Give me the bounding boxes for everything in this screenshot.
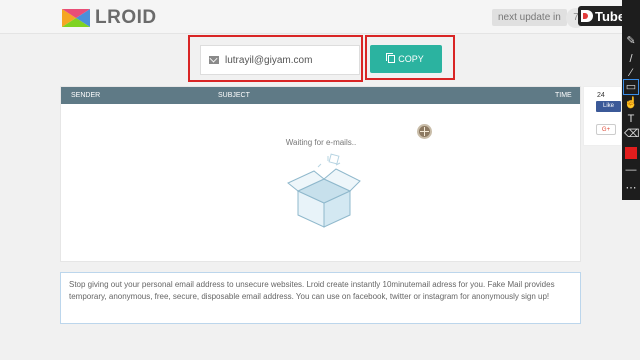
facebook-like-button[interactable]: Like: [596, 101, 621, 112]
column-sender: SENDER: [71, 92, 101, 99]
rectangle-icon[interactable]: ▭: [623, 79, 639, 95]
email-highlight-annotation: [188, 35, 363, 82]
info-box: Stop giving out your personal email addr…: [60, 272, 581, 324]
logo-mark-icon: [62, 9, 90, 27]
stroke-width-icon[interactable]: —: [624, 163, 638, 177]
text-icon[interactable]: T: [624, 112, 638, 126]
facebook-like-count: 24: [597, 92, 605, 99]
next-update-label: next update in: [492, 9, 567, 26]
more-icon[interactable]: ⋯: [624, 181, 638, 195]
cursor-icon[interactable]: ☝: [624, 96, 638, 110]
color-swatch-icon[interactable]: [625, 147, 637, 159]
eraser-icon[interactable]: ⌫: [624, 127, 640, 141]
inbox-header: SENDER SUBJECT TIME: [61, 87, 580, 104]
column-subject: SUBJECT: [218, 92, 250, 99]
logo[interactable]: LROID: [62, 7, 157, 29]
dtube-label: Tube: [595, 8, 626, 24]
waiting-message: Waiting for e-mails..: [285, 138, 357, 147]
social-share-panel: 24 Like G+: [583, 86, 622, 146]
column-time: TIME: [555, 92, 572, 99]
dtube-logo-icon: [581, 10, 593, 22]
inbox-panel: SENDER SUBJECT TIME Waiting for e-mails.…: [60, 86, 581, 262]
pointer-cursor-icon: [417, 124, 432, 139]
logo-text: LROID: [95, 7, 157, 28]
top-bar: LROID next update in 7: [0, 0, 640, 34]
copy-highlight-annotation: [365, 35, 455, 80]
annotation-toolbar: ✎ / ⁄ ▭ ☝ T ⌫ — ⋯: [622, 0, 640, 200]
brush-icon[interactable]: ⁄: [624, 66, 638, 80]
pencil-icon[interactable]: ✎: [624, 34, 638, 48]
open-box-icon: [287, 153, 361, 228]
line-icon[interactable]: /: [624, 52, 638, 66]
google-plus-button[interactable]: G+: [596, 124, 616, 135]
